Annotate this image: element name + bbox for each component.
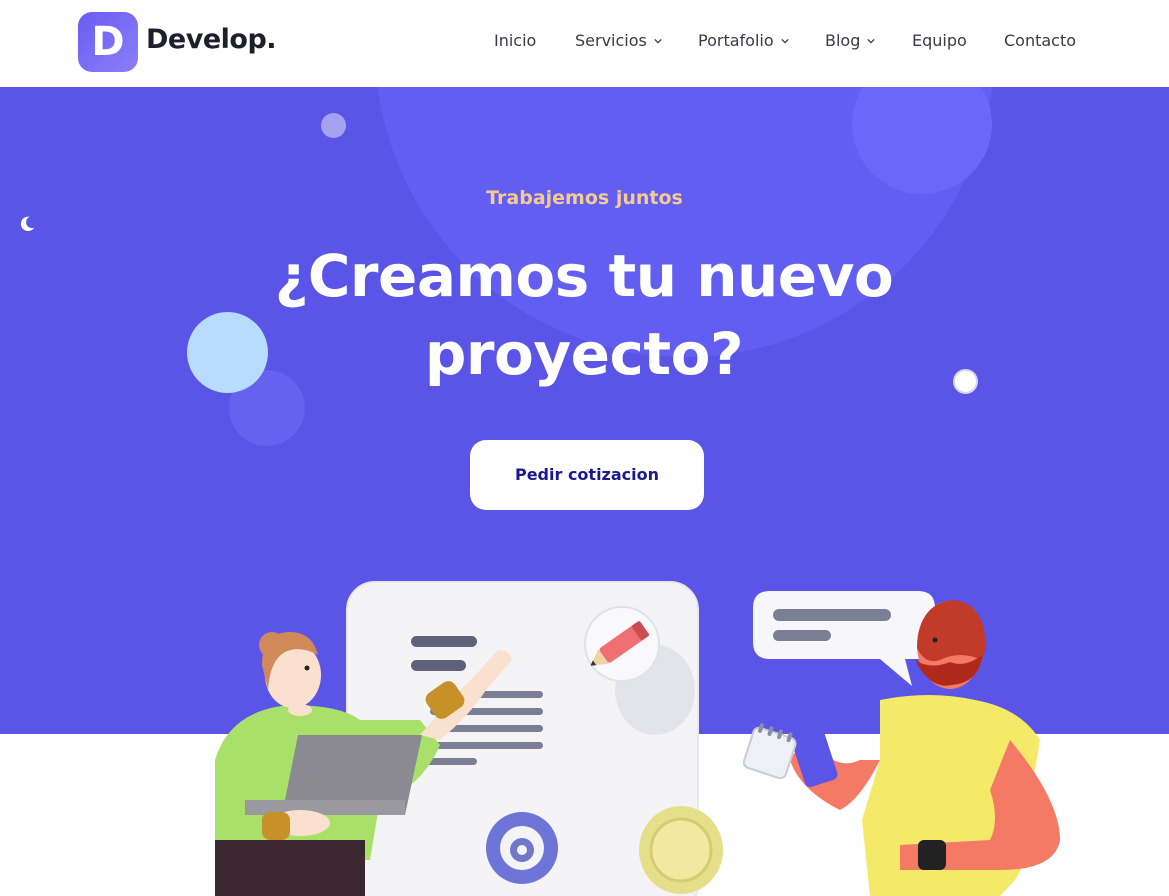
chevron-down-icon [654,38,662,44]
request-quote-button[interactable]: Pedir cotizacion [470,440,704,510]
hero-title: ¿Creamos tu nuevo proyecto? [234,237,934,393]
chevron-down-icon [780,38,789,44]
nav-item-inicio[interactable]: Inicio [494,31,536,50]
hero-title-line: proyecto? [424,320,744,388]
hero-eyebrow: Trabajemos juntos [486,187,683,209]
nav-item-contacto[interactable]: Contacto [1004,31,1076,50]
main-nav: Inicio Servicios Portafolio Blog Equipo … [0,31,1169,55]
site-header: D Develop. Inicio Servicios Portafolio B… [0,0,1169,87]
nav-item-servicios[interactable]: Servicios [575,31,662,50]
moon-icon[interactable] [18,215,36,233]
decorative-dot [953,369,978,394]
nav-item-blog[interactable]: Blog [825,31,876,50]
hero-section: Trabajemos juntos ¿Creamos tu nuevo proy… [0,87,1169,734]
nav-item-label: Servicios [575,31,647,50]
nav-item-label: Portafolio [698,31,774,50]
nav-item-equipo[interactable]: Equipo [912,31,967,50]
chevron-down-icon [867,38,876,44]
nav-item-label: Inicio [494,31,537,50]
decorative-dot [321,113,346,138]
nav-item-portafolio[interactable]: Portafolio [698,31,789,50]
nav-item-label: Equipo [912,31,967,50]
hero-title-line: ¿Creamos tu nuevo [274,242,894,310]
nav-item-label: Blog [825,31,861,50]
nav-item-label: Contacto [1004,31,1077,50]
